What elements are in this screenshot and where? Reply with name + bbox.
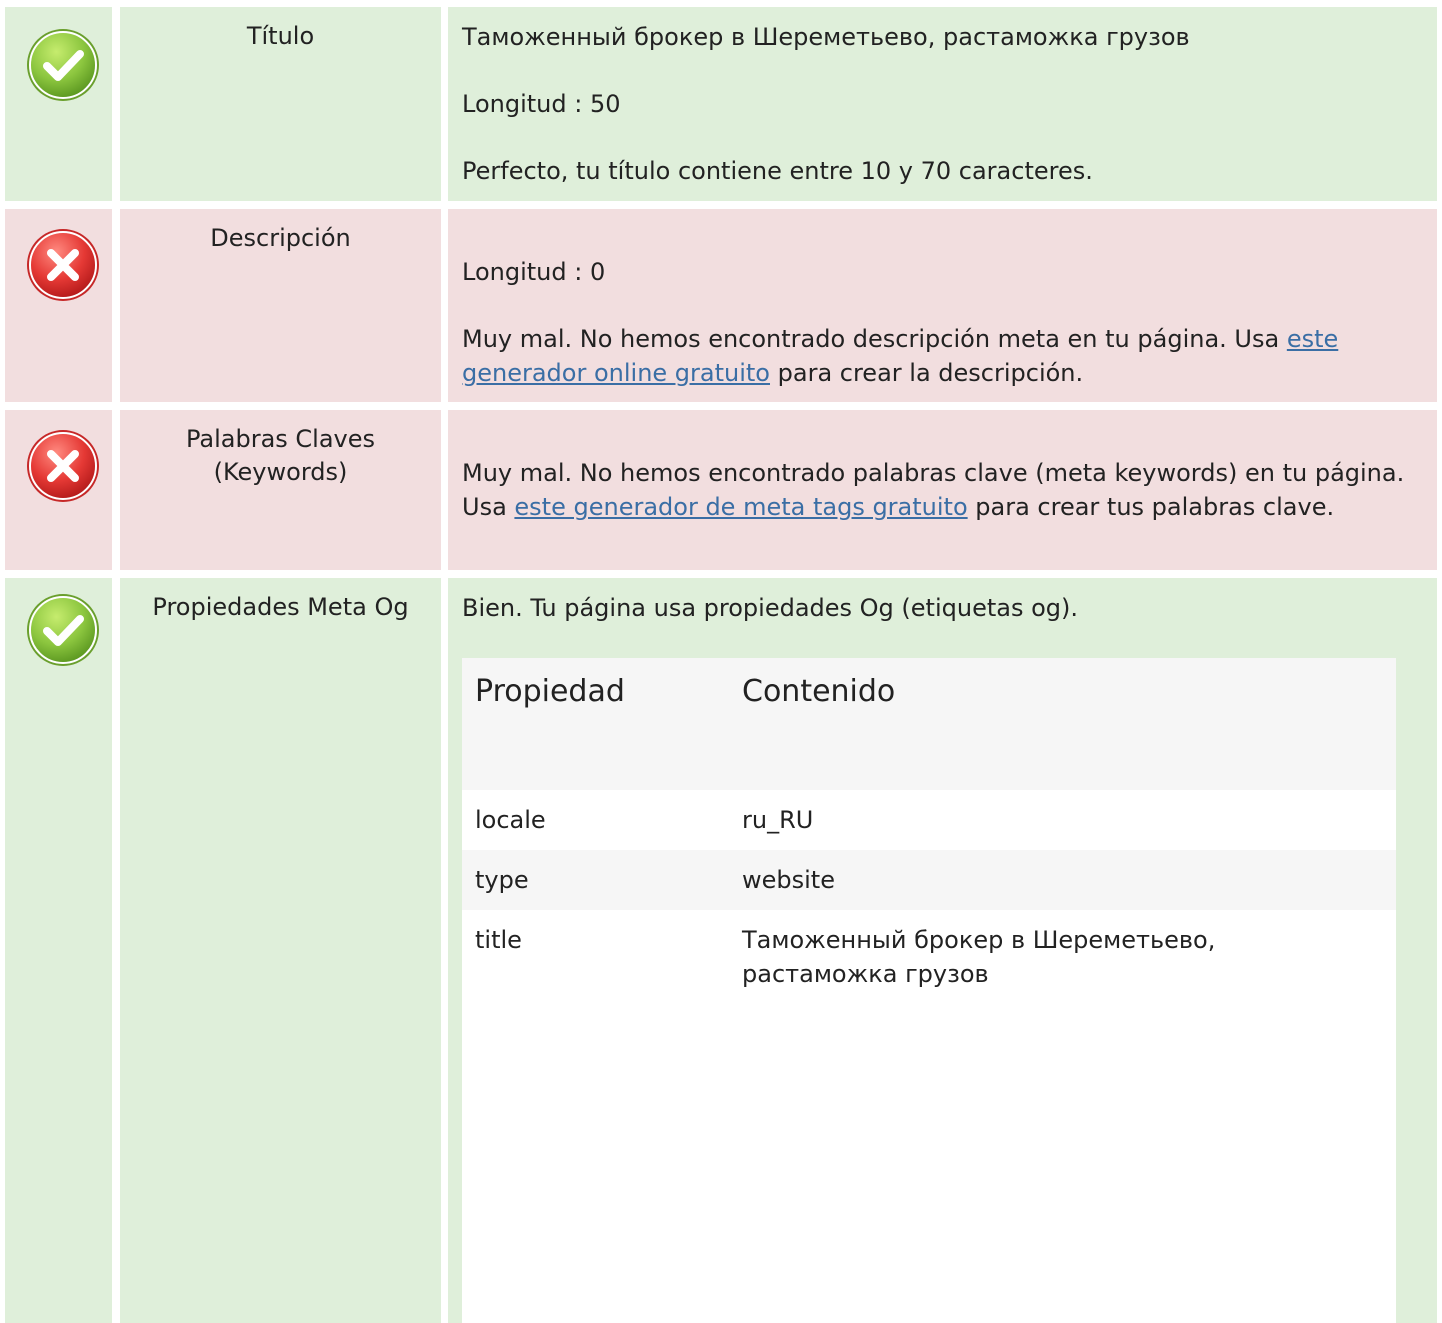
check-icon bbox=[27, 594, 99, 666]
keywords-label-line1: Palabras Claves bbox=[185, 425, 376, 453]
status-cell-keywords bbox=[5, 410, 112, 570]
og-content-cell: ru_RU bbox=[742, 806, 814, 834]
row-label-description: Descripción bbox=[210, 224, 351, 252]
table-row: locale ru_RU bbox=[462, 790, 1396, 850]
table-row: type website bbox=[462, 850, 1396, 910]
og-property-cell: title bbox=[475, 926, 522, 954]
keywords-message: Muy mal. No hemos encontrado palabras cl… bbox=[462, 456, 1407, 524]
og-message: Bien. Tu página usa propiedades Og (etiq… bbox=[462, 594, 1078, 622]
title-message: Perfecto, tu título contiene entre 10 y … bbox=[462, 157, 1093, 185]
og-properties-table: Propiedad Contenido locale ru_RU type we… bbox=[462, 658, 1396, 1323]
cross-icon bbox=[27, 229, 99, 301]
keywords-label-line2: (Keywords) bbox=[213, 458, 348, 486]
header-property: Propiedad bbox=[475, 674, 625, 709]
keywords-message-end: para crear tus palabras clave. bbox=[967, 493, 1335, 521]
og-property-cell: type bbox=[475, 866, 529, 894]
cross-icon bbox=[27, 430, 99, 502]
description-message: Muy mal. No hemos encontrado descripción… bbox=[462, 322, 1407, 390]
row-label-og: Propiedades Meta Og bbox=[152, 593, 409, 621]
row-label-keywords: Palabras Claves (Keywords) bbox=[120, 423, 441, 489]
row-label-title: Título bbox=[246, 22, 315, 50]
og-content-cell: website bbox=[742, 866, 835, 894]
description-content: Longitud : 0 Muy mal. No hemos encontrad… bbox=[448, 255, 1437, 390]
description-message-end: para crear la descripción. bbox=[770, 359, 1084, 387]
status-cell-description bbox=[5, 209, 112, 402]
status-cell-og bbox=[5, 578, 112, 1323]
description-length: Longitud : 0 bbox=[462, 258, 606, 286]
keywords-content: Muy mal. No hemos encontrado palabras cl… bbox=[448, 456, 1437, 524]
status-cell-title bbox=[5, 7, 112, 201]
check-icon bbox=[27, 29, 99, 101]
header-content: Contenido bbox=[742, 674, 896, 709]
og-content-cell: Таможенный брокер в Шереметьево, растамо… bbox=[742, 926, 1216, 988]
table-row: title Таможенный брокер в Шереметьево, р… bbox=[462, 910, 1396, 1323]
og-property-cell: locale bbox=[475, 806, 546, 834]
meta-tags-generator-link[interactable]: este generador de meta tags gratuito bbox=[514, 493, 967, 521]
title-content: Таможенный брокер в Шереметьево, растамо… bbox=[448, 20, 1437, 188]
label-cell-og bbox=[120, 578, 441, 1323]
seo-report: Título Таможенный брокер в Шереметьево, … bbox=[0, 0, 1442, 1323]
title-value: Таможенный брокер в Шереметьево, растамо… bbox=[462, 23, 1190, 51]
table-header: Propiedad Contenido bbox=[462, 658, 1396, 790]
title-length: Longitud : 50 bbox=[462, 90, 621, 118]
description-message-start: Muy mal. No hemos encontrado descripción… bbox=[462, 325, 1287, 353]
